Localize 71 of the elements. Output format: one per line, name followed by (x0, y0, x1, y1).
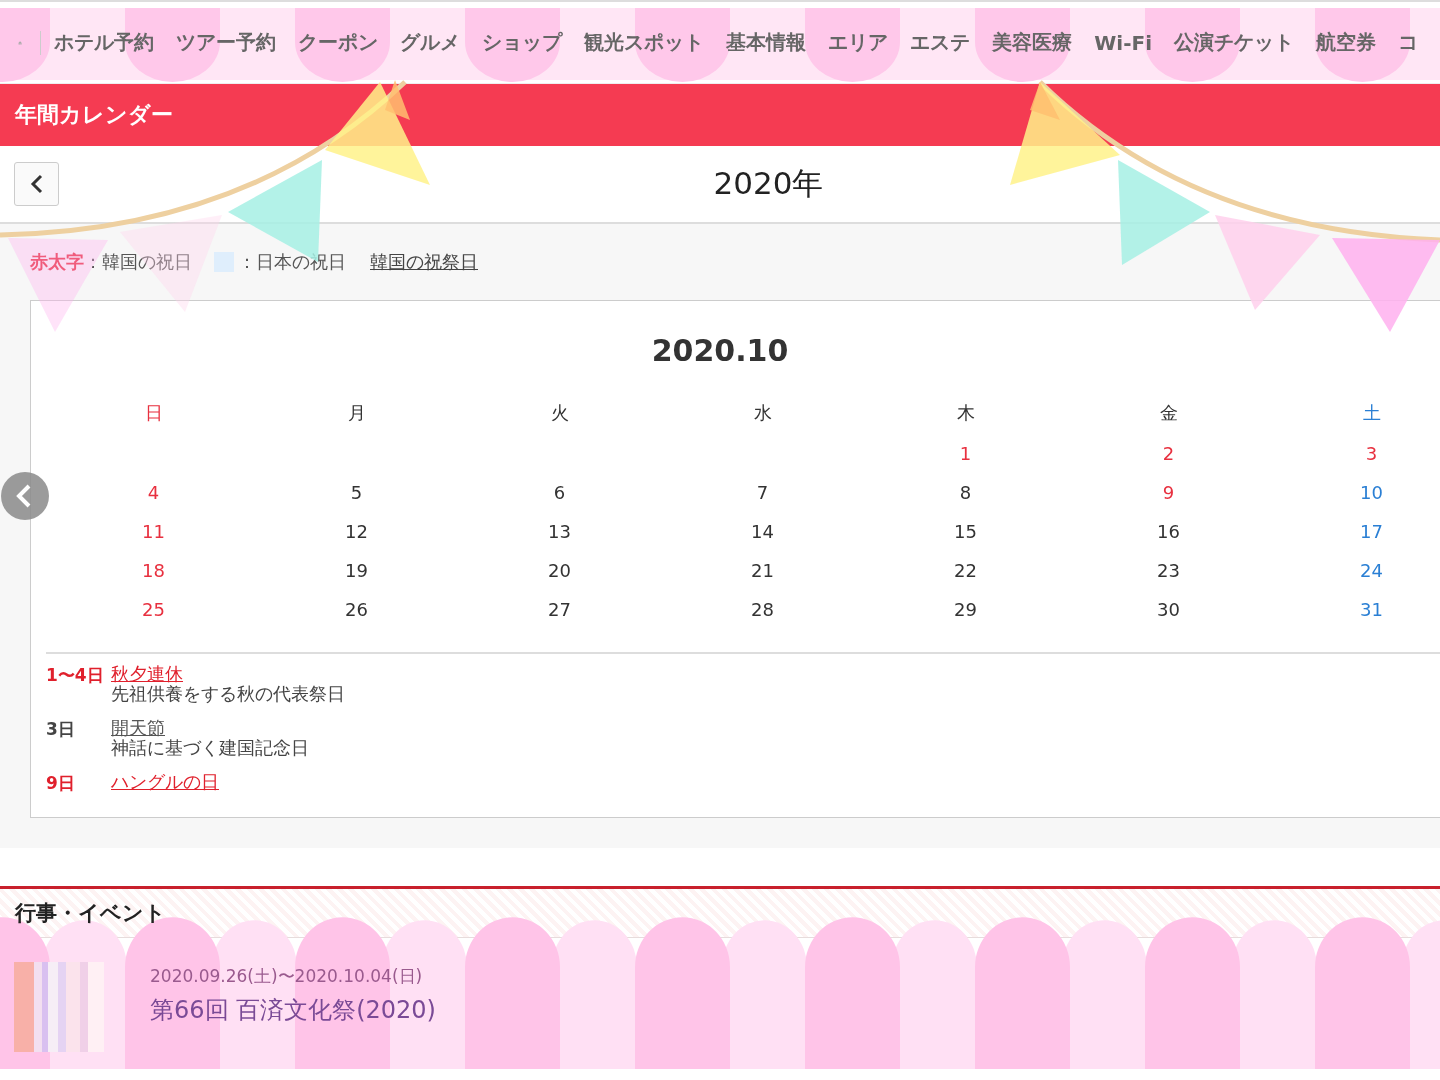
holiday-link[interactable]: 開天節 (111, 718, 165, 738)
calendar-day: 7 (661, 473, 864, 512)
section-title: 行事・イベント (15, 900, 166, 927)
event-dates: 2020.09.26(土)〜2020.10.04(日) (150, 965, 424, 988)
event-title-link[interactable]: 第66回 百済文化祭(2020) (150, 994, 436, 1026)
calendar-day: 31 (1270, 590, 1440, 629)
nav-link[interactable]: 基本情報 (726, 29, 807, 56)
weekday-header: 日 (143, 401, 164, 425)
weekday-header: 水 (752, 401, 773, 425)
calendar-day: 6 (458, 473, 661, 512)
calendar-day: 8 (864, 473, 1067, 512)
calendar-day: 2 (1067, 434, 1270, 473)
holiday-date: 1〜4日 (46, 664, 105, 687)
weekday-header: 木 (955, 401, 976, 425)
nav-link[interactable]: コ (1398, 29, 1418, 56)
calendar-day: 29 (864, 590, 1067, 629)
holiday-description: 神話に基づく建国記念日 (111, 738, 309, 758)
calendar-day: 10 (1270, 473, 1440, 512)
nav-link[interactable]: Wi-Fi (1094, 30, 1152, 55)
holiday-link[interactable]: ハングルの日 (111, 772, 219, 792)
weekday-header: 火 (549, 401, 570, 425)
nav-link[interactable]: ホテル予約 (54, 29, 155, 56)
previous-year-button[interactable] (14, 162, 59, 206)
japan-holiday-swatch (214, 252, 234, 272)
korean-holidays-link[interactable]: 韓国の祝祭日 (370, 250, 478, 274)
legend-label: 赤太字 (30, 250, 84, 274)
calendar-day: 4 (52, 473, 255, 512)
weekday-header: 金 (1158, 401, 1179, 425)
holiday-date: 3日 (46, 718, 76, 741)
calendar-day: 5 (255, 473, 458, 512)
calendar-day: 19 (255, 551, 458, 590)
calendar-day: 12 (255, 512, 458, 551)
calendar-day: 23 (1067, 551, 1270, 590)
calendar-day: 16 (1067, 512, 1270, 551)
page-title-bar: 年間カレンダー (0, 84, 1440, 146)
calendar-day: 24 (1270, 551, 1440, 590)
calendar-day: 28 (661, 590, 864, 629)
nav-link[interactable]: エステ (910, 29, 971, 56)
nav-link[interactable]: グルメ (400, 29, 461, 56)
calendar-day: 20 (458, 551, 661, 590)
calendar-day: 30 (1067, 590, 1270, 629)
calendar-day: 13 (458, 512, 661, 551)
calendar-day: 11 (52, 512, 255, 551)
weekday-header: 月 (346, 401, 367, 425)
calendar-day: 1 (864, 434, 1067, 473)
year-title: 2020年 (713, 164, 824, 203)
legend-text: ：韓国の祝日 (84, 250, 192, 274)
calendar-day: 22 (864, 551, 1067, 590)
nav-link[interactable]: 公演チケット (1174, 29, 1294, 56)
nav-link[interactable]: ショップ (482, 29, 563, 56)
weekday-header: 土 (1361, 401, 1382, 425)
month-title: 2020.10 (650, 332, 790, 368)
nav-link[interactable]: 観光スポット (584, 29, 705, 56)
calendar-day: 17 (1270, 512, 1440, 551)
calendar-day: 3 (1270, 434, 1440, 473)
calendar-day: 26 (255, 590, 458, 629)
calendar-day: 21 (661, 551, 864, 590)
chevron-left-icon (29, 174, 44, 194)
holiday-link[interactable]: 秋夕連休 (111, 664, 183, 684)
nav-link[interactable]: ツアー予約 (176, 29, 277, 56)
legend-text: ：日本の祝日 (238, 250, 346, 274)
holiday-description: 先祖供養をする秋の代表祭日 (111, 684, 345, 704)
calendar-day: 25 (52, 590, 255, 629)
calendar-day: 15 (864, 512, 1067, 551)
holiday-date: 9日 (46, 772, 76, 795)
previous-slide-button[interactable] (1, 472, 49, 520)
calendar-day: 14 (661, 512, 864, 551)
calendar-day: 27 (458, 590, 661, 629)
calendar-day: 18 (52, 551, 255, 590)
nav-link[interactable]: 美容医療 (992, 29, 1073, 56)
calendar-day: 9 (1067, 473, 1270, 512)
